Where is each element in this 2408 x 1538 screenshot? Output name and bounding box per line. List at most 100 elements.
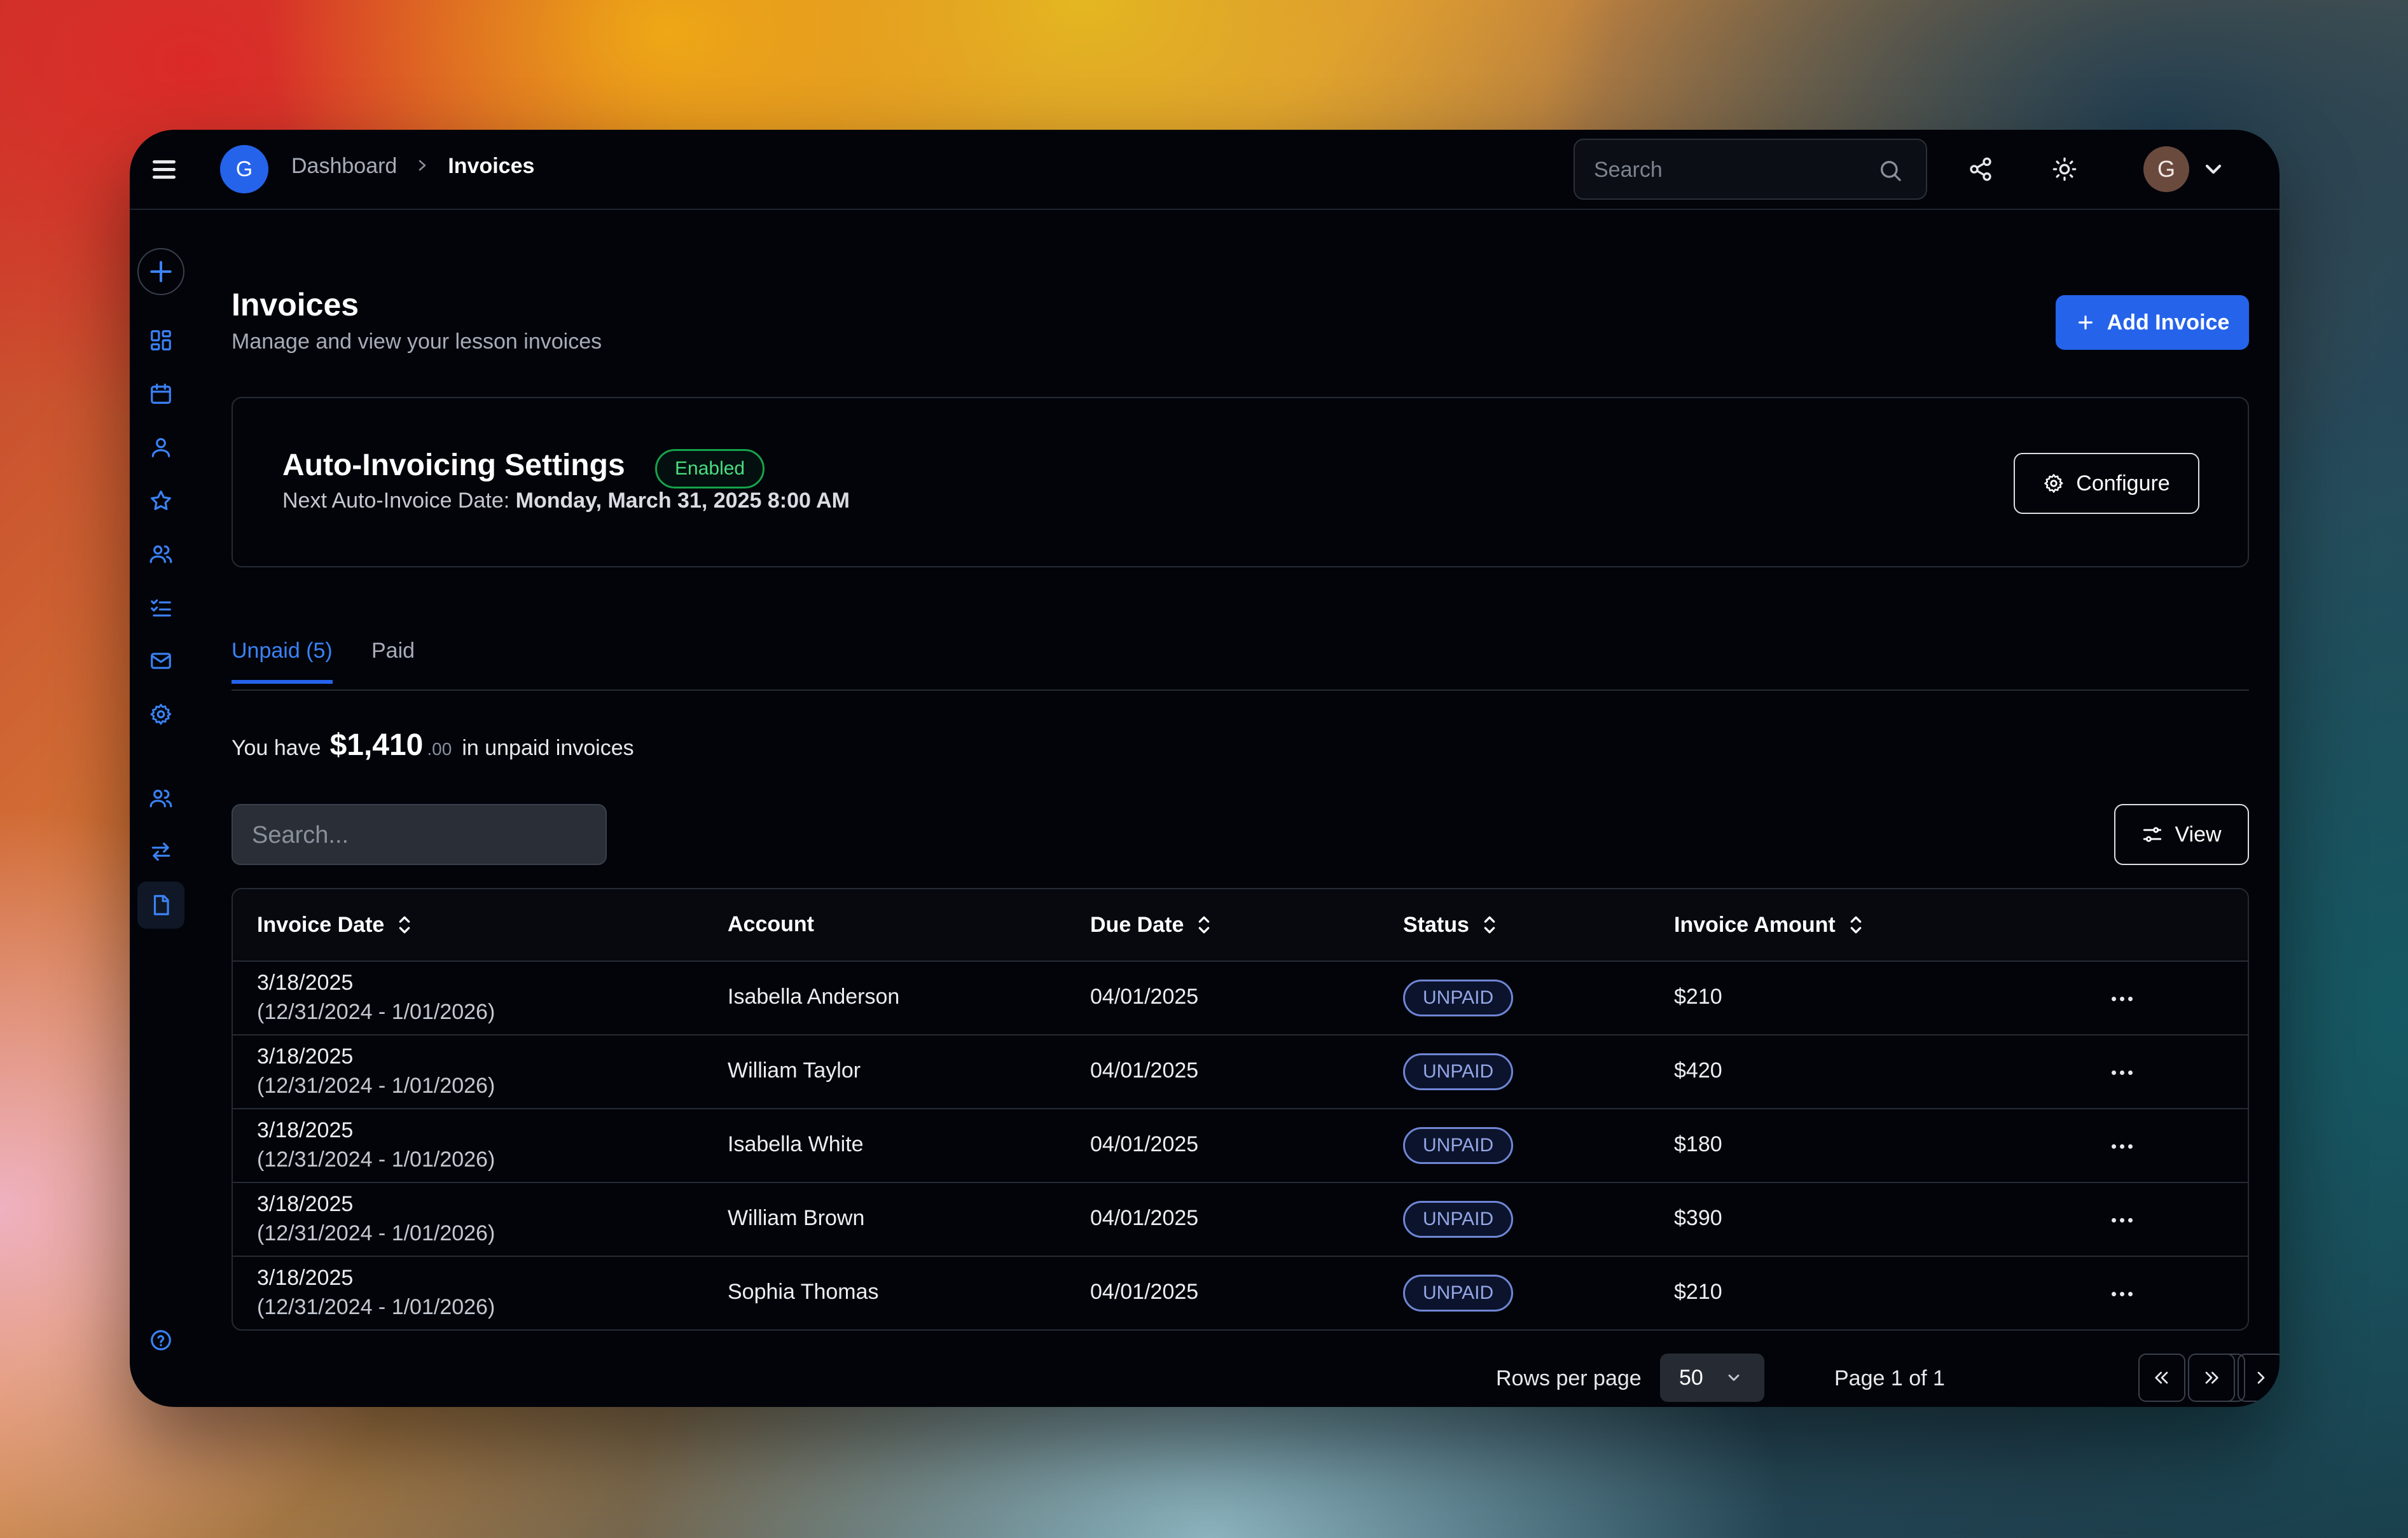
sidebar-item-transfers[interactable] [137,828,184,875]
sidebar-item-invoices[interactable] [137,882,184,929]
account-cell: Isabella White [728,1132,864,1156]
last-page-button[interactable] [2188,1354,2235,1402]
chevron-down-icon[interactable] [2201,156,2226,182]
invoices-table: Invoice Date Account Due Date Status Inv… [232,888,2249,1331]
sidebar-item-tasks[interactable] [137,584,184,631]
sidebar-item-calendar[interactable] [137,370,184,417]
dashboard-icon [151,330,171,350]
invoice-date-cell: 3/18/2025 (12/31/2024 - 1/01/2026) [257,1263,495,1322]
column-invoice-date: Invoice Date [257,912,413,938]
sidebar-item-students[interactable] [137,530,184,578]
configure-button[interactable]: Configure [2014,453,2199,514]
sidebar-item-team[interactable] [137,775,184,822]
due-date-cell: 04/01/2025 [1090,1280,1199,1304]
amount-cell: $420 [1674,1058,1722,1083]
next-invoice-date: Next Auto-Invoice Date: Monday, March 31… [282,488,850,513]
rows-per-page-value: 50 [1679,1365,1703,1390]
first-page-button[interactable] [2138,1354,2185,1402]
due-date-cell: 04/01/2025 [1090,1206,1199,1230]
status-badge: UNPAID [1403,1053,1514,1090]
more-options-icon[interactable] [2103,1060,2141,1085]
invoice-date: 3/18/2025 [257,1192,354,1216]
more-options-icon[interactable] [2103,1281,2141,1306]
sliders-icon [2143,827,2162,842]
calendar-icon [151,384,171,404]
column-invoice-amount: Invoice Amount [1674,912,1865,938]
account-cell: Sophia Thomas [728,1280,879,1304]
table-row[interactable]: 3/18/2025 (12/31/2024 - 1/01/2026) Willia… [233,1183,2248,1257]
app-window: G Dashboard Invoices G [130,130,2280,1407]
status-badge: UNPAID [1403,980,1514,1016]
users-icon [149,545,172,564]
add-button[interactable] [137,248,184,295]
user-icon [151,438,170,457]
tab-paid[interactable]: Paid [371,639,415,680]
summary-amount: $1,410 [329,728,424,762]
breadcrumb-dashboard[interactable]: Dashboard [291,154,397,179]
account-cell: William Brown [728,1206,865,1230]
share-icon [1970,157,1991,181]
sort-icon[interactable] [1481,912,1498,938]
more-options-icon[interactable] [2103,1207,2141,1233]
table-header: Invoice Date Account Due Date Status Inv… [233,889,2248,962]
invoice-tabs: Unpaid (5) Paid [232,625,2249,691]
chevrons-left-icon [2155,1371,2168,1384]
account-cell: Isabella Anderson [728,985,900,1009]
chevron-right-icon [415,154,430,179]
table-row[interactable]: 3/18/2025 (12/31/2024 - 1/01/2026) Sophia… [233,1257,2248,1329]
invoice-date-cell: 3/18/2025 (12/31/2024 - 1/01/2026) [257,1116,495,1174]
sidebar-item-profile[interactable] [137,424,184,471]
more-options-icon[interactable] [2103,1133,2141,1159]
column-label: Invoice Date [257,912,385,937]
invoice-period: (12/31/2024 - 1/01/2026) [257,1074,495,1098]
table-row[interactable]: 3/18/2025 (12/31/2024 - 1/01/2026) Willia… [233,1036,2248,1109]
theme-toggle-button[interactable] [2044,149,2085,190]
table-row[interactable]: 3/18/2025 (12/31/2024 - 1/01/2026) Isabel… [233,962,2248,1036]
brand-logo[interactable]: G [220,145,268,193]
column-label: Status [1403,912,1469,937]
tab-unpaid[interactable]: Unpaid (5) [232,639,333,684]
invoice-icon [153,895,169,915]
page-subtitle: Manage and view your lesson invoices [232,329,602,354]
settings-icon [150,703,172,725]
sidebar-item-settings[interactable] [137,691,184,738]
more-options-icon[interactable] [2103,986,2141,1011]
sidebar-item-dashboard[interactable] [137,317,184,364]
summary-prefix: You have [232,736,321,760]
view-label: View [2175,822,2222,847]
next-date-value: Monday, March 31, 2025 8:00 AM [515,488,850,513]
invoice-date-cell: 3/18/2025 (12/31/2024 - 1/01/2026) [257,968,495,1027]
view-options-button[interactable]: View [2114,804,2249,865]
sort-icon[interactable] [1847,912,1865,938]
table-search-input[interactable] [252,819,583,851]
rows-per-page-select[interactable]: 50 [1660,1354,1764,1402]
add-invoice-button[interactable]: Add Invoice [2056,295,2249,350]
sort-icon[interactable] [1195,912,1213,938]
auto-invoicing-title: Auto-Invoicing Settings [282,448,625,482]
column-due-date: Due Date [1090,912,1213,938]
table-row[interactable]: 3/18/2025 (12/31/2024 - 1/01/2026) Isabel… [233,1109,2248,1183]
star-icon [151,490,171,510]
amount-cell: $210 [1674,985,1722,1009]
sun-icon [2052,157,2077,181]
next-page-button[interactable] [2238,1354,2280,1402]
next-date-label: Next Auto-Invoice Date: [282,488,510,513]
invoice-date-cell: 3/18/2025 (12/31/2024 - 1/01/2026) [257,1042,495,1100]
global-search-input[interactable] [1594,154,1861,186]
transfer-icon [151,842,170,861]
sidebar [130,211,191,1407]
search-icon[interactable] [1878,158,1903,183]
due-date-cell: 04/01/2025 [1090,1058,1199,1083]
sidebar-item-favorites[interactable] [137,477,184,524]
column-status: Status [1403,912,1498,938]
main-content: Invoices Manage and view your lesson inv… [232,211,2249,1407]
sort-icon[interactable] [396,912,413,938]
share-button[interactable] [1960,149,2001,190]
column-label: Invoice Amount [1674,912,1836,937]
menu-icon[interactable] [151,158,177,183]
help-icon [151,1330,171,1350]
sidebar-item-help[interactable] [137,1317,184,1364]
column-account: Account [728,912,814,937]
user-avatar[interactable]: G [2143,146,2189,192]
sidebar-item-messages[interactable] [137,637,184,684]
